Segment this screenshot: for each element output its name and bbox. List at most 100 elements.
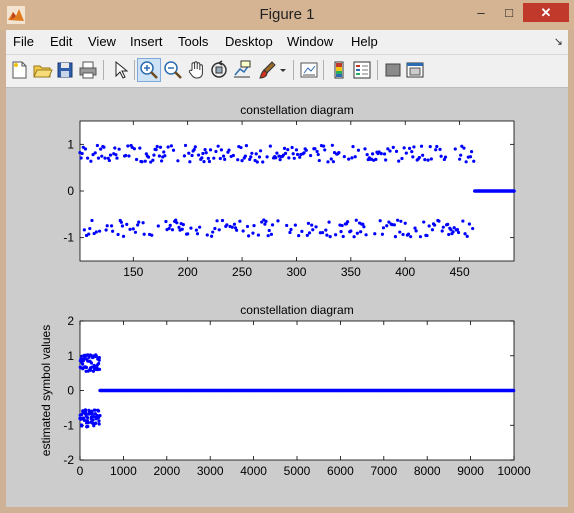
close-button[interactable]: ✕ [523,3,569,22]
data-point [225,223,229,227]
data-point [194,228,198,232]
data-point [308,153,313,158]
data-point [365,153,369,157]
data-point [238,219,242,223]
data-point [154,148,158,152]
data-point [150,233,154,237]
data-point [439,154,443,158]
data-point [307,231,312,235]
data-point [427,224,431,228]
data-point [465,234,469,238]
data-point [121,234,126,238]
data-point [396,218,400,222]
data-point [94,421,98,425]
data-point [330,143,334,147]
data-point [82,228,86,232]
data-point [91,418,95,422]
data-point [163,154,167,158]
data-point [471,226,475,231]
data-point [167,226,171,230]
data-point [407,146,412,150]
data-point [381,226,386,230]
data-point [84,365,89,370]
data-point [316,152,320,157]
data-point [382,152,387,156]
data-point [295,152,300,157]
x-tick-label: 300 [286,265,306,279]
data-point [97,419,101,423]
data-point [373,232,377,236]
data-point [266,234,270,238]
data-point [288,230,292,235]
data-point [250,151,254,155]
data-point [138,146,142,150]
axes-title: constellation diagram [240,303,353,317]
data-point [412,145,416,149]
data-point [216,144,220,148]
data-point [137,220,141,224]
y-tick-label: -1 [63,418,74,432]
x-tick-label: 7000 [370,464,397,478]
data-point [511,388,516,393]
data-point [374,157,378,161]
data-point [86,156,90,160]
data-point [294,148,299,152]
data-point [409,235,413,239]
data-point [467,222,472,226]
data-point [410,150,414,154]
data-point [96,156,101,160]
data-point [347,157,351,161]
x-tick-label: 350 [341,265,361,279]
data-point [120,224,125,228]
data-point [94,230,98,234]
data-point [202,160,206,164]
data-point [411,155,415,159]
data-point [152,153,156,157]
data-point [207,159,212,164]
data-point [370,152,375,156]
data-point [397,159,401,163]
data-point [456,230,461,235]
data-point [203,148,207,152]
data-point [430,228,435,232]
data-point [80,151,84,156]
data-point [236,158,240,162]
data-point [379,152,383,156]
data-point [81,362,85,366]
data-point [244,144,249,148]
y-tick-label: 0 [67,184,74,198]
data-point [171,148,176,152]
data-point [414,229,418,233]
data-point [463,232,467,236]
data-point [125,222,129,226]
data-point [441,225,445,229]
data-point [305,233,309,237]
y-tick-label: -2 [63,453,74,467]
data-point [241,229,245,233]
data-point [434,148,438,152]
data-point [254,152,258,156]
data-point [432,223,437,227]
data-point [468,155,473,159]
data-point [97,355,101,360]
data-point [231,153,235,158]
data-point [403,221,407,225]
data-point [198,225,202,229]
data-point [406,232,411,236]
data-point [189,226,193,230]
data-point [451,230,455,234]
data-point [435,144,439,149]
data-point [113,146,117,150]
data-point [132,147,136,151]
maximize-button[interactable]: □ [496,3,522,22]
minimize-button[interactable]: – [468,3,494,22]
data-point [257,155,262,159]
data-point [399,219,403,223]
data-point [428,144,432,149]
data-point [140,160,144,164]
data-point [298,155,302,159]
data-point [126,144,130,148]
data-point [462,146,466,150]
data-point [315,149,319,154]
data-point [359,230,363,234]
